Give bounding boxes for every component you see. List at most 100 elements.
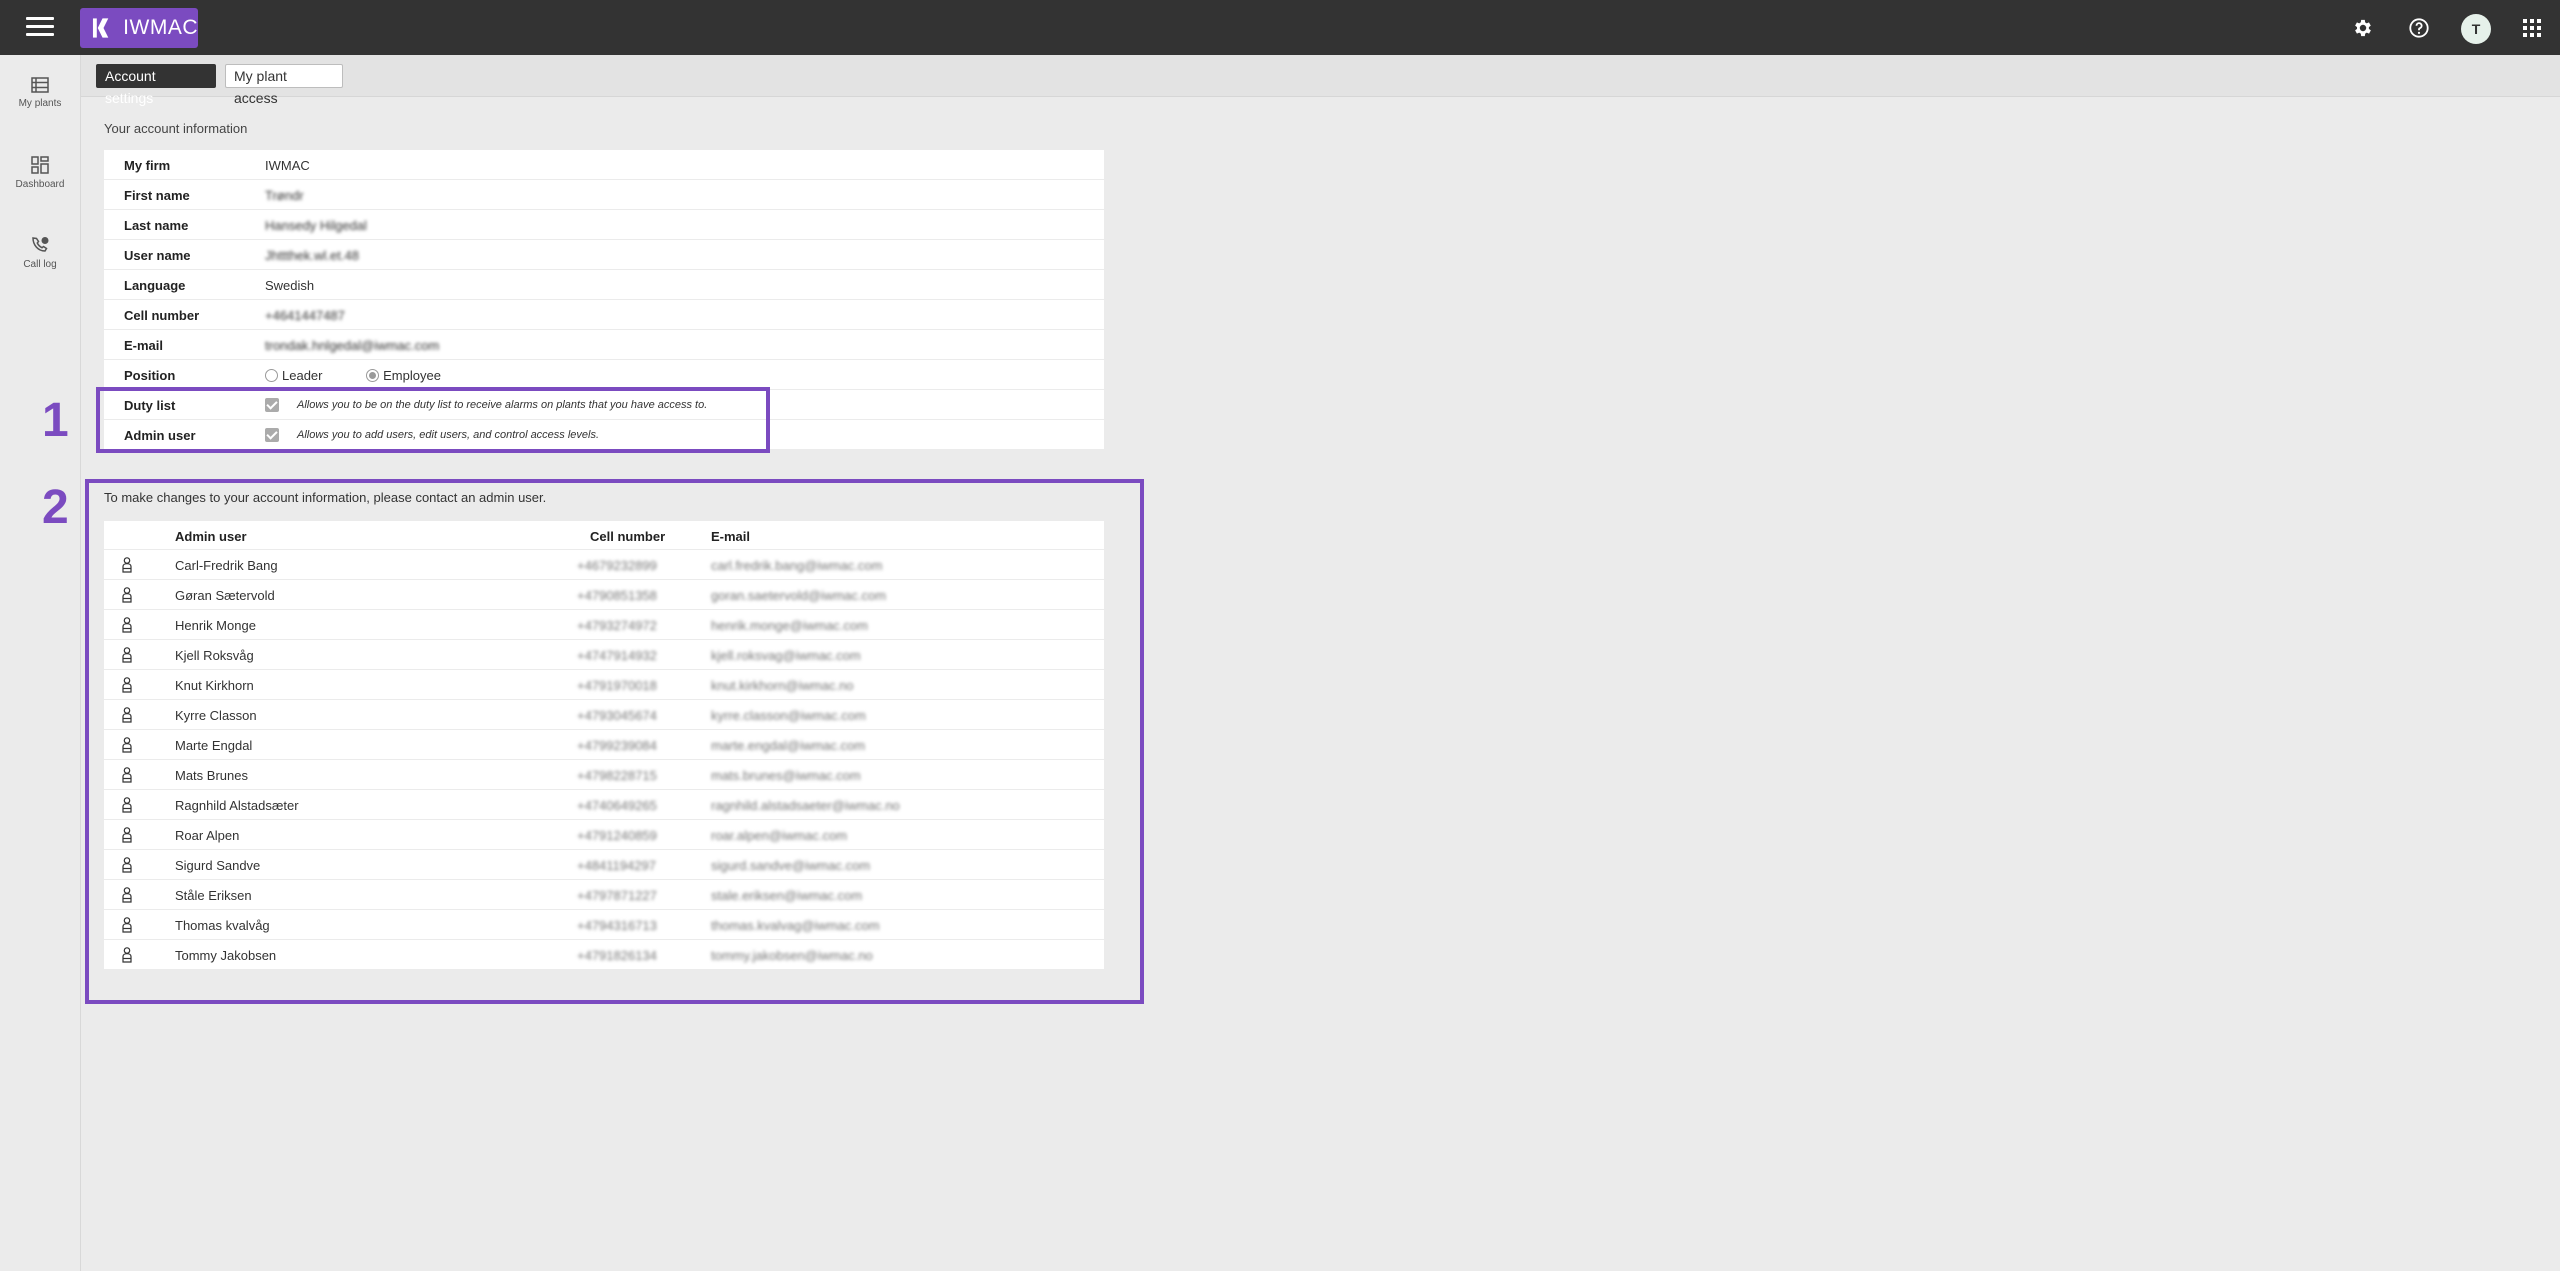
- person-icon: [121, 917, 133, 936]
- brand-name: IWMAC: [123, 16, 198, 39]
- row-value: trondak.hnlgedal@iwmac.com: [265, 338, 440, 353]
- header-cell-number: Cell number: [590, 529, 666, 544]
- admin-cell-number: +4740649265: [577, 798, 657, 813]
- person-icon: [121, 737, 133, 756]
- admin-cell-number: +4791970018: [577, 678, 657, 693]
- row-label: Position: [124, 368, 176, 383]
- header-admin-user: Admin user: [175, 529, 247, 544]
- radio-leader[interactable]: [265, 369, 278, 382]
- nav-item-dashboard[interactable]: Dashboard: [0, 156, 80, 190]
- person-icon: [121, 707, 133, 726]
- list-icon: [31, 77, 49, 93]
- row-value: IWMAC: [265, 158, 310, 173]
- row-label: First name: [124, 188, 190, 203]
- admin-email: knut.kirkhorn@iwmac.no: [711, 678, 854, 693]
- tab-my-plant-access[interactable]: My plant access: [225, 64, 343, 106]
- tab-account-settings[interactable]: Account settings: [96, 64, 216, 106]
- admin-email: henrik.monge@iwmac.com: [711, 618, 868, 633]
- callout-number-1: 1: [42, 394, 69, 447]
- contact-admin-note: To make changes to your account informat…: [104, 490, 547, 505]
- person-icon: [121, 857, 133, 876]
- admin-email: tommy.jakobsen@iwmac.no: [711, 948, 873, 963]
- admin-cell-number: +4798228715: [577, 768, 657, 783]
- admin-email: ragnhild.alstadsaeter@iwmac.no: [711, 798, 900, 813]
- person-icon: [121, 797, 133, 816]
- person-icon: [121, 557, 133, 576]
- admin-table-row: Kjell Roksvåg +4747914932 kjell.roksvag@iw…: [104, 640, 1104, 670]
- admin-rows: Carl-Fredrik Bang +4679232899 carl.fredrik…: [104, 550, 1104, 970]
- admin-cell-number: +4790851358: [577, 588, 657, 603]
- nav-item-my-plants[interactable]: My plants: [0, 77, 80, 109]
- admin-table-row: Gøran Sætervold +4790851358 goran.saetervo…: [104, 580, 1104, 610]
- settings-gear-icon[interactable]: [2350, 15, 2376, 41]
- menu-icon[interactable]: [26, 17, 54, 39]
- user-avatar[interactable]: T: [2461, 14, 2491, 44]
- info-row-cell-number: Cell number +4641447487: [104, 300, 1104, 330]
- admin-table-row: Sigurd Sandve +4841194297 sigurd.sandve@iw…: [104, 850, 1104, 880]
- row-value: Hansedy Hilgedal: [265, 218, 367, 233]
- row-value: Trøndr: [265, 188, 304, 203]
- admin-name: Mats Brunes: [175, 768, 248, 783]
- person-icon: [121, 827, 133, 846]
- row-value: +4641447487: [265, 308, 345, 323]
- admin-cell-number: +4679232899: [577, 558, 657, 573]
- row-label: Last name: [124, 218, 189, 233]
- admin-cell-number: +4794316713: [577, 918, 657, 933]
- admin-table-row: Ragnhild Alstadsæter +4740649265 ragnhild.…: [104, 790, 1104, 820]
- person-icon: [121, 677, 133, 696]
- row-value: Jhttthek.wl.et.48: [265, 248, 359, 263]
- person-icon: [121, 617, 133, 636]
- info-row-position: Position Leader Employee: [104, 360, 1104, 390]
- admin-cell-number: +4791826134: [577, 948, 657, 963]
- admin-table-row: Henrik Monge +4793274972 henrik.monge@iwma…: [104, 610, 1104, 640]
- row-label: My firm: [124, 158, 171, 173]
- admin-name: Marte Engdal: [175, 738, 253, 753]
- admin-email: roar.alpen@iwmac.com: [711, 828, 848, 843]
- top-app-bar: IWMAC T: [0, 0, 2560, 55]
- radio-employee[interactable]: [366, 369, 380, 382]
- iwmac-logo-icon: [92, 18, 109, 38]
- admin-name: Ståle Eriksen: [175, 888, 252, 903]
- row-label: User name: [124, 248, 191, 263]
- admin-email: sigurd.sandve@iwmac.com: [711, 858, 871, 873]
- info-row-user-name: User name Jhttthek.wl.et.48: [104, 240, 1104, 270]
- info-row-language: Language Swedish: [104, 270, 1104, 300]
- radio-leader-label: Leader: [282, 368, 323, 383]
- info-row-first-name: First name Trøndr: [104, 180, 1104, 210]
- header-email: E-mail: [711, 529, 751, 544]
- tab-bar: Account settings My plant access: [81, 55, 2560, 106]
- dashboard-icon: [31, 156, 49, 174]
- admin-table-row: Carl-Fredrik Bang +4679232899 carl.fredrik…: [104, 550, 1104, 580]
- brand-logo[interactable]: IWMAC: [80, 8, 198, 48]
- person-icon: [121, 887, 133, 906]
- side-navigation: My plants Dashboard Call log: [0, 55, 81, 1271]
- admin-name: Ragnhild Alstadsæter: [175, 798, 299, 813]
- admin-cell-number: +4793045674: [577, 708, 657, 723]
- person-icon: [121, 767, 133, 786]
- admin-name: Carl-Fredrik Bang: [175, 558, 278, 573]
- admin-name: Sigurd Sandve: [175, 858, 261, 873]
- phone-icon: [32, 237, 49, 252]
- help-icon[interactable]: [2406, 15, 2432, 41]
- admin-name: Roar Alpen: [175, 828, 240, 843]
- admin-users-table: Admin user Cell number E-mail Carl-Fredr…: [104, 521, 1104, 970]
- admin-cell-number: +4791240859: [577, 828, 657, 843]
- person-icon: [121, 947, 133, 966]
- admin-cell-number: +4793274972: [577, 618, 657, 633]
- admin-table-row: Ståle Eriksen +4797871227 stale.eriksen@iw…: [104, 880, 1104, 910]
- nav-item-call-log[interactable]: Call log: [0, 236, 80, 270]
- info-row-email: E-mail trondak.hnlgedal@iwmac.com: [104, 330, 1104, 360]
- person-icon: [121, 647, 133, 666]
- admin-cell-number: +4747914932: [577, 648, 657, 663]
- row-label: Cell number: [124, 308, 200, 323]
- admin-email: marte.engdal@iwmac.com: [711, 738, 866, 753]
- nav-label-my-plants: My plants: [18, 98, 62, 109]
- radio-employee-label: Employee: [383, 368, 441, 383]
- row-label: Language: [124, 278, 186, 293]
- admin-table-row: Marte Engdal +4799239084 marte.engdal@iwma…: [104, 730, 1104, 760]
- apps-grid-icon[interactable]: [2519, 15, 2545, 41]
- info-row-firm: My firm IWMAC: [104, 150, 1104, 180]
- admin-table-row: Mats Brunes +4798228715 mats.brunes@iwmac.…: [104, 760, 1104, 790]
- admin-cell-number: +4797871227: [577, 888, 657, 903]
- admin-cell-number: +4799239084: [577, 738, 657, 753]
